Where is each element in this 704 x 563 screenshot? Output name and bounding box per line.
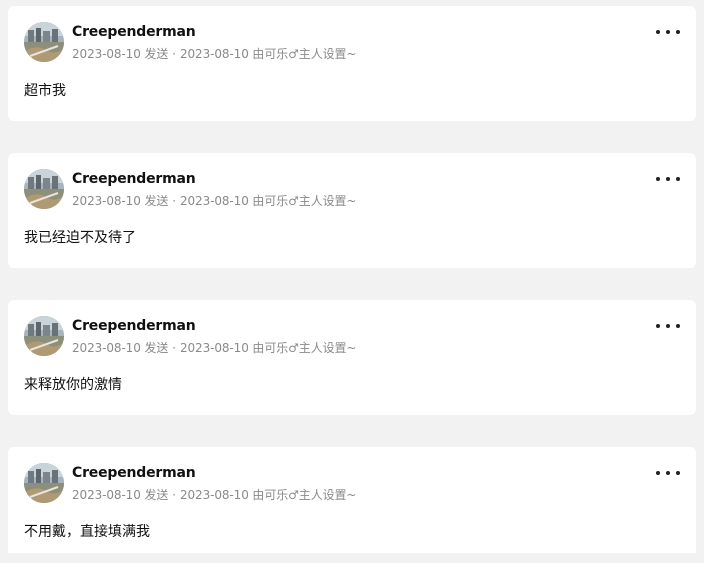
avatar-photo <box>24 463 64 503</box>
post-author[interactable]: Creependerman <box>72 24 196 40</box>
avatar-photo <box>24 316 64 356</box>
post-sent-date: 2023-08-10 发送 <box>72 488 169 502</box>
avatar[interactable] <box>24 169 64 209</box>
more-horizontal-icon[interactable] <box>656 465 680 481</box>
post-set-by: 2023-08-10 由可乐♂主人设置~ <box>179 341 357 355</box>
meta-separator: · <box>172 47 176 61</box>
post-feed: Creependerman 2023-08-10 发送 · 2023-08-10 由… <box>8 6 696 553</box>
post-content: 来释放你的激情 <box>24 377 122 393</box>
post-meta: 2023-08-10 发送 · 2023-08-10 由可乐♂主人设置~ <box>72 486 356 503</box>
post-set-by: 2023-08-10 由可乐♂主人设置~ <box>179 47 357 61</box>
post-content: 不用戴，直接填满我 <box>24 524 150 540</box>
post-meta: 2023-08-10 发送 · 2023-08-10 由可乐♂主人设置~ <box>72 45 356 62</box>
post-content: 我已经迫不及待了 <box>24 230 136 246</box>
more-horizontal-icon[interactable] <box>656 171 680 187</box>
post-content: 超市我 <box>24 83 66 99</box>
avatar-photo <box>24 169 64 209</box>
post-sent-date: 2023-08-10 发送 <box>72 47 169 61</box>
avatar-photo <box>24 22 64 62</box>
post-card: Creependerman 2023-08-10 发送 · 2023-08-10 由… <box>8 300 696 415</box>
post-author[interactable]: Creependerman <box>72 318 196 334</box>
avatar[interactable] <box>24 22 64 62</box>
meta-separator: · <box>172 488 176 502</box>
avatar[interactable] <box>24 463 64 503</box>
post-author[interactable]: Creependerman <box>72 465 196 481</box>
avatar[interactable] <box>24 316 64 356</box>
post-card: Creependerman 2023-08-10 发送 · 2023-08-10 由… <box>8 6 696 121</box>
more-horizontal-icon[interactable] <box>656 318 680 334</box>
post-set-by: 2023-08-10 由可乐♂主人设置~ <box>179 194 357 208</box>
post-author[interactable]: Creependerman <box>72 171 196 187</box>
meta-separator: · <box>172 194 176 208</box>
post-meta: 2023-08-10 发送 · 2023-08-10 由可乐♂主人设置~ <box>72 339 356 356</box>
meta-separator: · <box>172 341 176 355</box>
more-horizontal-icon[interactable] <box>656 24 680 40</box>
post-set-by: 2023-08-10 由可乐♂主人设置~ <box>179 488 357 502</box>
post-sent-date: 2023-08-10 发送 <box>72 341 169 355</box>
post-card: Creependerman 2023-08-10 发送 · 2023-08-10 由… <box>8 153 696 268</box>
post-sent-date: 2023-08-10 发送 <box>72 194 169 208</box>
post-card: Creependerman 2023-08-10 发送 · 2023-08-10 由… <box>8 447 696 553</box>
post-meta: 2023-08-10 发送 · 2023-08-10 由可乐♂主人设置~ <box>72 192 356 209</box>
